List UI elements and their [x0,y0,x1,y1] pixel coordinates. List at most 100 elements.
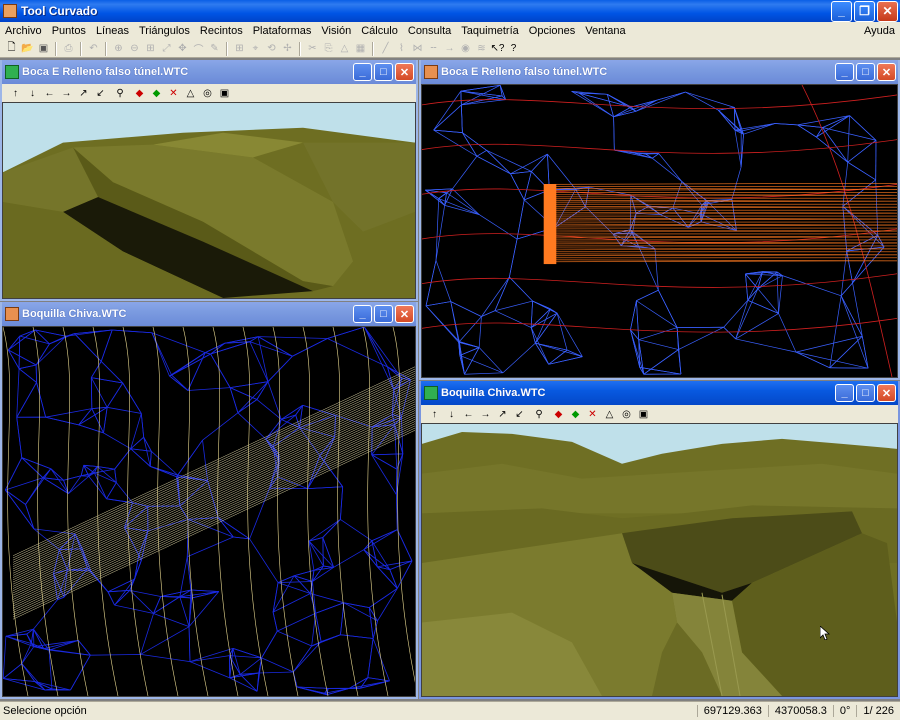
menu-recintos[interactable]: Recintos [195,25,248,37]
status-angle: 0° [832,705,857,717]
window-maximize-button[interactable]: □ [374,63,393,81]
window-minimize-button[interactable]: _ [835,63,854,81]
zoom-tool-icon[interactable]: ⚲ [110,86,130,101]
clear-icon[interactable]: ✕ [585,407,600,422]
window-3d-relleno: Boca E Relleno falso túnel.WTC _ □ ✕ ↑ ↓… [0,60,418,301]
polyline-icon[interactable]: ⌇ [394,41,409,56]
print-icon[interactable]: ⎙ [61,41,76,56]
status-page: 1/ 226 [856,705,900,717]
pan-left-icon[interactable]: ← [461,407,476,422]
triangle-icon[interactable]: △ [337,41,352,56]
tilt-up-icon[interactable]: ↗ [76,86,91,101]
zoom-out-icon[interactable]: ⊖ [127,41,142,56]
menu-ventana[interactable]: Ventana [580,25,630,37]
menu-opciones[interactable]: Opciones [524,25,580,37]
window-minimize-button[interactable]: _ [835,384,854,402]
pan-up-icon[interactable]: ↑ [427,407,442,422]
arrow-icon[interactable]: → [442,41,457,56]
restore-button[interactable]: ❐ [854,0,875,22]
dash-icon[interactable]: ╌ [426,41,441,56]
window-minimize-button[interactable]: _ [353,305,372,323]
help-icon[interactable]: ? [506,41,521,56]
window-maximize-button[interactable]: □ [856,63,875,81]
cone-icon[interactable]: △ [183,86,198,101]
new-icon[interactable]: 🗋 [4,41,19,56]
view-wireframe-canvas[interactable] [421,84,898,378]
window-title-bar: Boca E Relleno falso túnel.WTC _ □ ✕ [421,60,898,84]
window-title: Boquilla Chiva.WTC [22,308,127,320]
grid2-icon[interactable]: ▦ [353,41,368,56]
color-green-icon[interactable]: ◆ [149,86,164,101]
zoom-tool-icon[interactable]: ⚲ [529,407,549,422]
clear-icon[interactable]: ✕ [166,86,181,101]
minimize-button[interactable]: _ [831,0,852,22]
line-icon[interactable]: ╱ [378,41,393,56]
window-close-button[interactable]: ✕ [877,384,896,402]
cut-icon[interactable]: ✂ [305,41,320,56]
window-title: Boca E Relleno falso túnel.WTC [22,66,189,78]
pan-down-icon[interactable]: ↓ [25,86,40,101]
save-view-icon[interactable]: ▣ [636,407,651,422]
menu-calculo[interactable]: Cálculo [356,25,403,37]
menu-triangulos[interactable]: Triángulos [134,25,195,37]
paste-icon[interactable]: ⎘ [321,41,336,56]
zoom-extents-icon[interactable]: ⤢ [159,41,174,56]
view-plan-canvas[interactable] [2,326,416,697]
menu-vision[interactable]: Visión [316,25,356,37]
move-icon[interactable]: ✢ [280,41,295,56]
menu-lineas[interactable]: Líneas [91,25,134,37]
pan-right-icon[interactable]: → [59,86,74,101]
menu-puntos[interactable]: Puntos [47,25,91,37]
grid-icon[interactable]: ⊞ [232,41,247,56]
window-close-button[interactable]: ✕ [395,63,414,81]
save-view-icon[interactable]: ▣ [217,86,232,101]
color-green-icon[interactable]: ◆ [568,407,583,422]
layers-icon[interactable]: ≋ [474,41,489,56]
window-close-button[interactable]: ✕ [877,63,896,81]
app-title: Tool Curvado [21,4,98,18]
window-3d-chiva: Boquilla Chiva.WTC _ □ ✕ ↑ ↓ ← → ↗ ↙ ⚲ ◆… [419,381,900,699]
view-eye-icon[interactable]: ◎ [200,86,215,101]
help-pointer-icon[interactable]: ↖? [490,41,505,56]
menu-taquimetria[interactable]: Taquimetría [456,25,523,37]
color-red-icon[interactable]: ◆ [551,407,566,422]
pan-down-icon[interactable]: ↓ [444,407,459,422]
window-minimize-button[interactable]: _ [353,63,372,81]
window-maximize-button[interactable]: □ [374,305,393,323]
rotate-icon[interactable]: ⟲ [264,41,279,56]
window-maximize-button[interactable]: □ [856,384,875,402]
pan-left-icon[interactable]: ← [42,86,57,101]
eye-icon[interactable]: ◉ [458,41,473,56]
zoom-window-icon[interactable]: ⊞ [143,41,158,56]
mdi-area: Boca E Relleno falso túnel.WTC _ □ ✕ ↑ ↓… [0,58,900,701]
undo-icon[interactable]: ↶ [86,41,101,56]
snap-icon[interactable]: ⌖ [248,41,263,56]
tilt-down-icon[interactable]: ↙ [512,407,527,422]
pan-icon[interactable]: ✥ [175,41,190,56]
color-red-icon[interactable]: ◆ [132,86,147,101]
view-toolbar: ↑ ↓ ← → ↗ ↙ ⚲ ◆ ◆ ✕ △ ◎ ▣ [421,405,898,423]
view-3d-canvas[interactable] [2,102,416,299]
status-bar: Selecione opción 697129.363 4370058.3 0°… [0,701,900,720]
menu-consulta[interactable]: Consulta [403,25,456,37]
menu-ayuda[interactable]: Ayuda [859,25,900,37]
close-button[interactable]: ✕ [877,0,898,22]
tilt-up-icon[interactable]: ↗ [495,407,510,422]
window-wireframe-relleno: Boca E Relleno falso túnel.WTC _ □ ✕ [419,60,900,380]
status-message: Selecione opción [3,705,87,717]
pan-right-icon[interactable]: → [478,407,493,422]
menu-archivo[interactable]: Archivo [0,25,47,37]
cone-icon[interactable]: △ [602,407,617,422]
open-icon[interactable]: 📂 [20,41,35,56]
view-3d-canvas[interactable] [421,423,898,697]
pan-up-icon[interactable]: ↑ [8,86,23,101]
pencil-icon[interactable]: ✎ [207,41,222,56]
save-icon[interactable]: ▣ [36,41,51,56]
zoom-in-icon[interactable]: ⊕ [111,41,126,56]
window-close-button[interactable]: ✕ [395,305,414,323]
menu-plataformas[interactable]: Plataformas [248,25,317,37]
node-icon[interactable]: ⋈ [410,41,425,56]
view-eye-icon[interactable]: ◎ [619,407,634,422]
measure-icon[interactable]: ⌒ [191,41,206,56]
tilt-down-icon[interactable]: ↙ [93,86,108,101]
